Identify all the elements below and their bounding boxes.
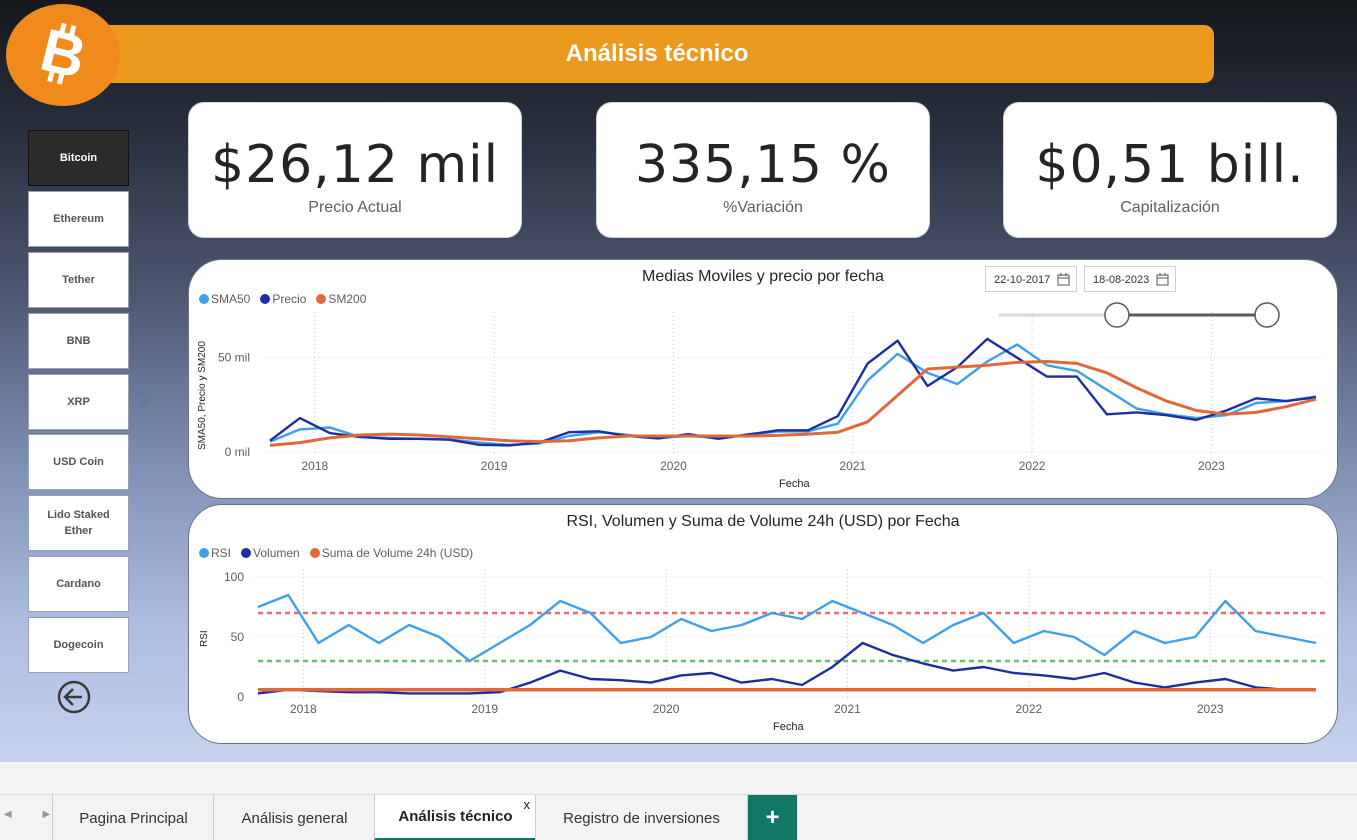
add-page-button[interactable]: +	[748, 795, 797, 840]
sidebar-item-bitcoin[interactable]: Bitcoin	[28, 130, 129, 186]
date-start-value: 22-10-2017	[994, 274, 1051, 286]
bitcoin-logo: B	[6, 4, 120, 106]
y-axis-title: SMA50, Precio y SM200	[197, 341, 208, 450]
sidebar-item-ethereum[interactable]: Ethereum	[28, 191, 129, 247]
legend-item-precio: Precio	[260, 292, 306, 306]
chart-title: RSI, Volumen y Suma de Volume 24h (USD) …	[566, 513, 960, 530]
chart-legend: SMA50 Precio SM200	[199, 292, 370, 306]
bitcoin-icon: B	[34, 20, 92, 90]
back-arrow-icon[interactable]	[57, 680, 91, 719]
sidebar-item-tether[interactable]: Tether	[28, 252, 129, 308]
date-range-slider[interactable]	[995, 300, 1285, 330]
date-start-input[interactable]: 22-10-2017	[985, 266, 1077, 292]
chart-legend: RSI Volumen Suma de Volume 24h (USD)	[199, 546, 477, 560]
calendar-icon	[1057, 273, 1070, 286]
y-axis-title: RSI	[199, 630, 210, 647]
sidebar-item-dogecoin[interactable]: Dogecoin	[28, 617, 129, 673]
legend-item-volume-24h: Suma de Volume 24h (USD)	[309, 546, 473, 560]
tab-pagina-principal[interactable]: Pagina Principal	[52, 795, 214, 840]
chart-panel-moving-averages: Medias Moviles y precio por fecha SMA50 …	[188, 259, 1338, 499]
tab-label: Pagina Principal	[79, 809, 188, 827]
x-axis-title: Fecha	[779, 478, 810, 490]
legend-item-sm200: SM200	[316, 292, 366, 306]
sidebar-item-lido-staked-ether[interactable]: Lido Staked Ether	[28, 495, 129, 551]
tab-label: Registro de inversiones	[563, 809, 720, 827]
sidebar-item-usd-coin[interactable]: USD Coin	[28, 434, 129, 490]
calendar-icon	[1156, 273, 1169, 286]
tab-label: Análisis técnico	[398, 808, 513, 825]
date-end-input[interactable]: 18-08-2023	[1084, 266, 1176, 292]
sidebar-item-bnb[interactable]: BNB	[28, 313, 129, 369]
kpi-value: $26,12 mil	[210, 135, 500, 195]
tab-registro-de-inversiones[interactable]: Registro de inversiones	[535, 795, 748, 840]
tab-analisis-tecnico[interactable]: Análisis técnico x	[374, 795, 536, 840]
kpi-card-price: $26,12 mil Precio Actual	[188, 102, 522, 238]
page-tab-bar: ◀ ▶ Pagina Principal Análisis general An…	[0, 794, 1357, 840]
kpi-card-capitalization: $0,51 bill. Capitalización	[1003, 102, 1337, 238]
slider-handle-end[interactable]	[1254, 302, 1280, 328]
kpi-label: Precio Actual	[308, 199, 402, 216]
kpi-card-variation: 335,15 % %Variación	[596, 102, 930, 238]
kpi-label: Capitalización	[1120, 199, 1220, 216]
tab-analisis-general[interactable]: Análisis general	[213, 795, 375, 840]
x-axis-title: Fecha	[773, 721, 804, 733]
kpi-value: 335,15 %	[635, 135, 891, 195]
chevron-right-icon[interactable]	[138, 390, 150, 415]
tab-label: Análisis general	[241, 809, 348, 827]
date-end-value: 18-08-2023	[1093, 274, 1150, 286]
sidebar-item-cardano[interactable]: Cardano	[28, 556, 129, 612]
legend-item-volumen: Volumen	[241, 546, 300, 560]
page-title: Análisis técnico	[100, 25, 1214, 83]
kpi-label: %Variación	[723, 199, 803, 216]
canvas-bottom-strip	[0, 762, 1357, 794]
slider-handle-start[interactable]	[1104, 302, 1130, 328]
close-tab-icon[interactable]: x	[524, 797, 531, 812]
sidebar-item-xrp[interactable]: XRP	[28, 374, 129, 430]
chart-panel-rsi-volume: RSI, Volumen y Suma de Volume 24h (USD) …	[188, 504, 1338, 744]
kpi-value: $0,51 bill.	[1035, 135, 1305, 195]
legend-item-sma50: SMA50	[199, 292, 250, 306]
legend-item-rsi: RSI	[199, 546, 231, 560]
